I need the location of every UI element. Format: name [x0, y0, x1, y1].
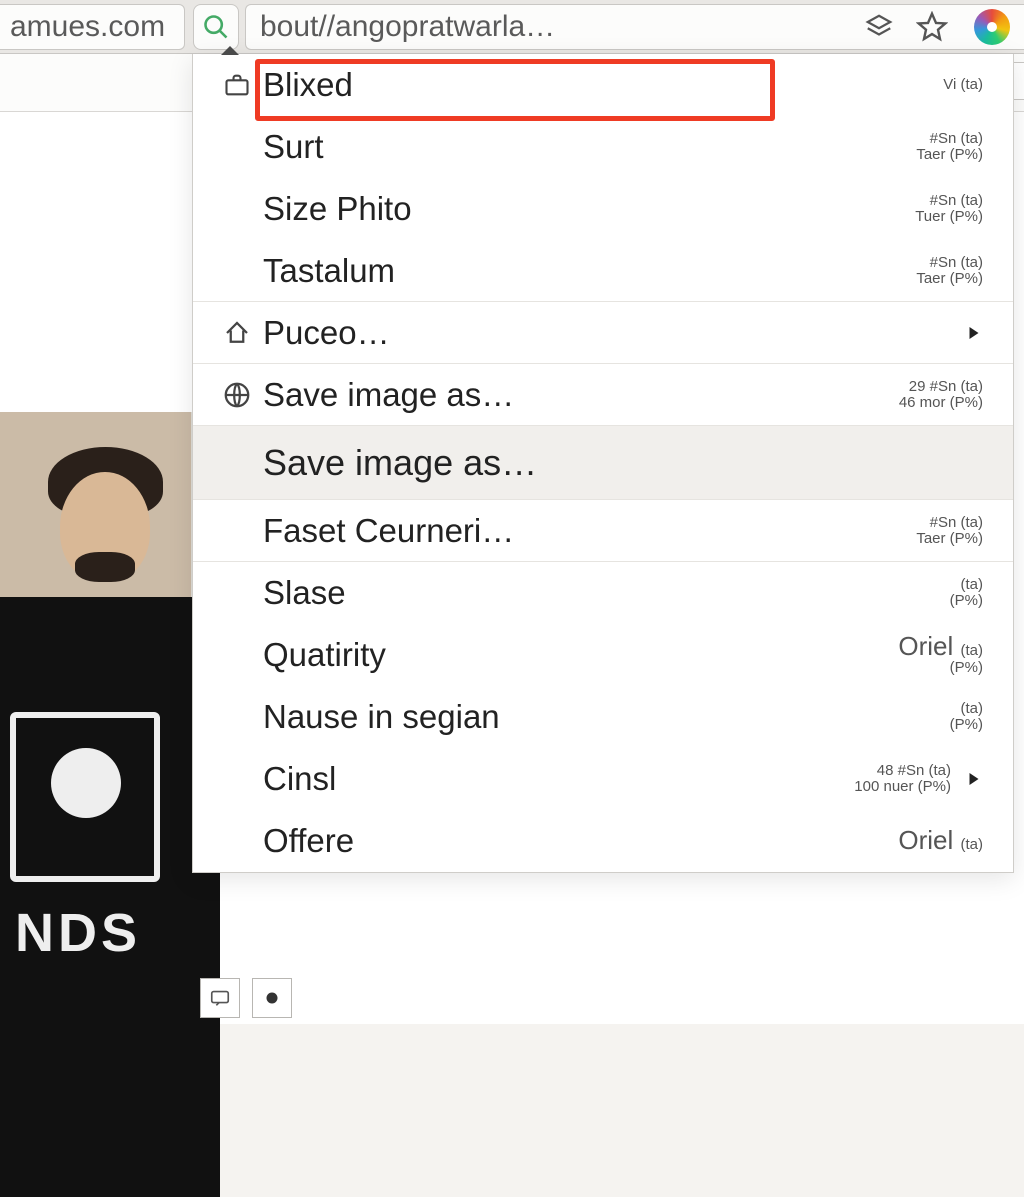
address-segment-right[interactable]: bout//angopratwarla… — [245, 4, 1024, 50]
menu-item-label: Slase — [259, 574, 950, 612]
address-segment-left[interactable]: amues.com — [0, 4, 185, 50]
menu-item-save-image-2[interactable]: Save image as… — [193, 426, 1013, 500]
menu-item-meta: #Sn (ta) Taer (P%) — [916, 131, 983, 163]
menu-item-label: Nause in segian — [259, 698, 950, 736]
briefcase-icon — [215, 71, 259, 99]
menu-item-label: Cinsl — [259, 760, 854, 798]
menu-item-size-phito[interactable]: Size Phito #Sn (ta) Tuer (P%) — [193, 178, 1013, 240]
home-up-icon — [215, 318, 259, 348]
extension-flower-icon[interactable] — [974, 9, 1010, 45]
menu-item-label: Save image as… — [259, 376, 899, 414]
menu-item-meta: 48 #Sn (ta) 100 nuer (P%) — [854, 763, 951, 795]
globe-icon — [215, 380, 259, 410]
address-actions — [864, 11, 948, 43]
context-menu: Blixed Vi (ta) Surt #Sn (ta) Taer (P%) S… — [192, 54, 1014, 873]
menu-item-meta: #Sn (ta) Tuer (P%) — [915, 193, 983, 225]
menu-item-meta: Oriel (ta) — [898, 827, 983, 854]
menu-item-nause[interactable]: Nause in segian (ta) (P%) — [193, 686, 1013, 748]
menu-item-offere[interactable]: Offere Oriel (ta) — [193, 810, 1013, 872]
shirt-text: NDS — [15, 902, 141, 964]
menu-item-label: Offere — [259, 822, 898, 860]
menu-item-label: Faset Ceurneri… — [259, 512, 916, 550]
chevron-right-icon — [965, 319, 983, 347]
menu-item-label: Size Phito — [259, 190, 915, 228]
chevron-right-icon — [965, 765, 983, 793]
browser-chrome: amues.com bout//angopratwarla… — [0, 0, 1024, 54]
menu-item-faset[interactable]: Faset Ceurneri… #Sn (ta) Taer (P%) — [193, 500, 1013, 562]
menu-item-label: Surt — [259, 128, 916, 166]
menu-item-puceo[interactable]: Puceo… — [193, 302, 1013, 364]
star-icon[interactable] — [916, 11, 948, 43]
menu-item-meta: 29 #Sn (ta) 46 mor (P%) — [899, 379, 983, 411]
menu-item-label: Quatirity — [259, 636, 898, 674]
record-icon[interactable] — [252, 978, 292, 1018]
menu-pointer-icon — [221, 46, 239, 55]
menu-item-label: Save image as… — [259, 442, 983, 484]
menu-item-save-image-1[interactable]: Save image as… 29 #Sn (ta) 46 mor (P%) — [193, 364, 1013, 426]
bottom-toolbar — [200, 978, 292, 1018]
menu-item-label: Tastalum — [259, 252, 916, 290]
menu-item-meta: (ta) (P%) — [950, 577, 983, 609]
menu-item-meta: #Sn (ta) Taer (P%) — [916, 255, 983, 287]
address-right-text: bout//angopratwarla… — [260, 10, 864, 44]
menu-item-label: Blixed — [259, 66, 943, 104]
address-left-text: amues.com — [10, 10, 165, 44]
menu-item-slase[interactable]: Slase (ta) (P%) — [193, 562, 1013, 624]
content-photo[interactable]: NDS — [0, 412, 192, 1132]
menu-item-meta: (ta) (P%) — [950, 701, 983, 733]
menu-item-meta: #Sn (ta) Taer (P%) — [916, 515, 983, 547]
menu-item-blixed[interactable]: Blixed Vi (ta) — [193, 54, 1013, 116]
menu-item-cinsl[interactable]: Cinsl 48 #Sn (ta) 100 nuer (P%) — [193, 748, 1013, 810]
menu-item-meta: Vi (ta) — [943, 77, 983, 93]
menu-item-surt[interactable]: Surt #Sn (ta) Taer (P%) — [193, 116, 1013, 178]
chat-icon[interactable] — [200, 978, 240, 1018]
layers-icon[interactable] — [864, 12, 894, 42]
search-icon — [202, 13, 230, 41]
search-button[interactable] — [193, 4, 239, 50]
menu-item-label: Puceo… — [259, 314, 951, 352]
menu-item-meta: Oriel (ta)(P%) — [898, 633, 983, 676]
menu-item-tastalum[interactable]: Tastalum #Sn (ta) Taer (P%) — [193, 240, 1013, 302]
menu-item-quatirity[interactable]: Quatirity Oriel (ta)(P%) — [193, 624, 1013, 686]
